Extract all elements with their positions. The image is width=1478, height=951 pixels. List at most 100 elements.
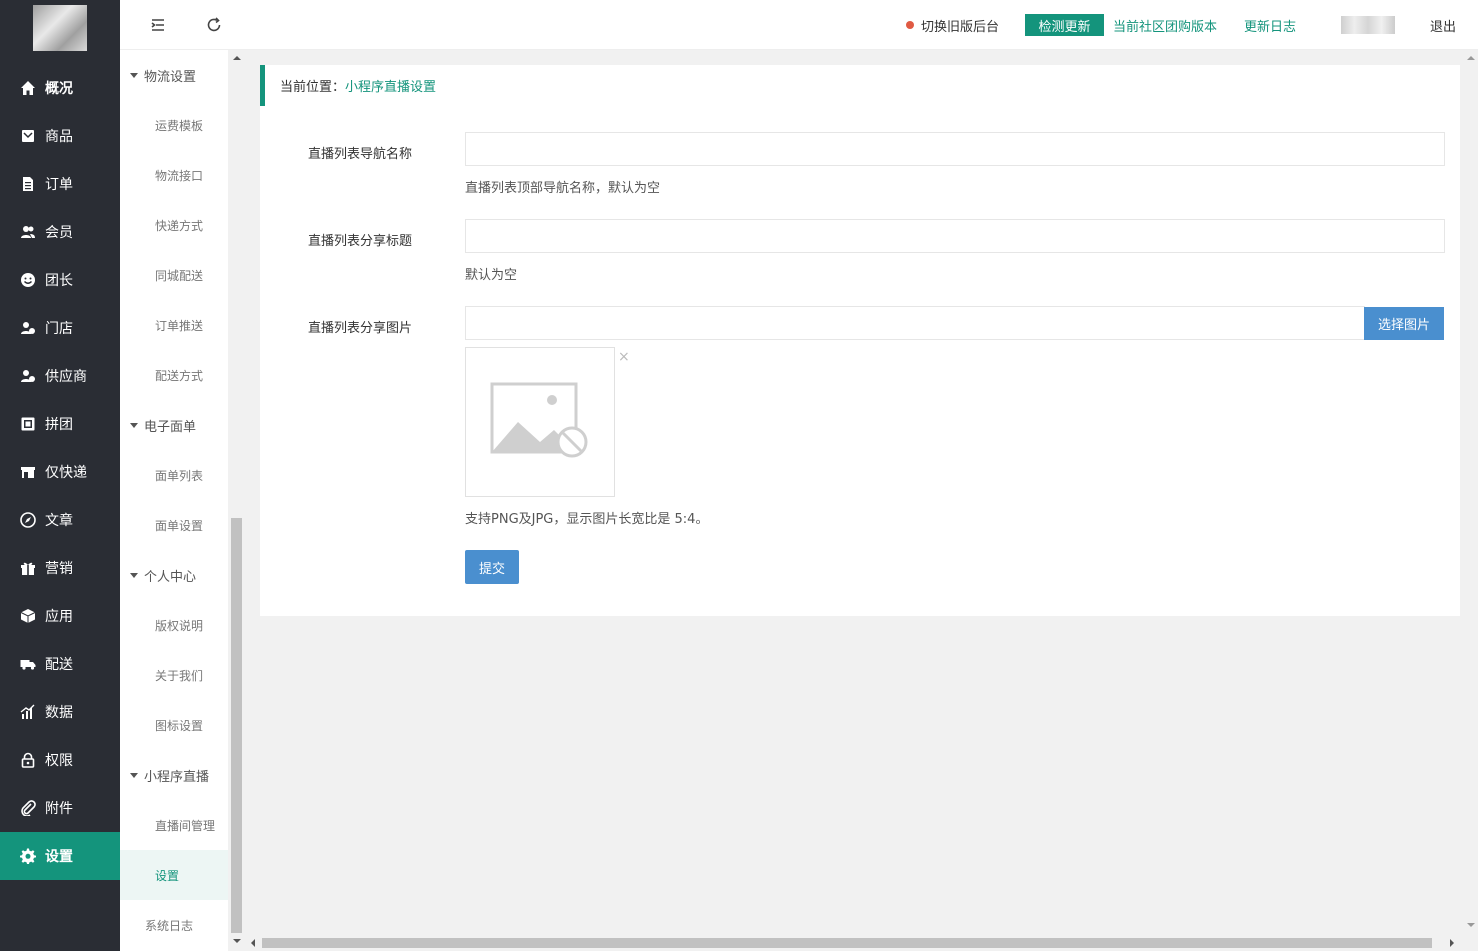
subnav-item-waybill-settings[interactable]: 面单设置 — [120, 500, 228, 550]
nav-name-label: 直播列表导航名称 — [308, 147, 413, 162]
choose-image-button[interactable]: 选择图片 — [1364, 307, 1444, 340]
subnav-item-order-push[interactable]: 订单推送 — [120, 300, 228, 350]
refresh-icon[interactable] — [206, 17, 222, 33]
sidebar-item-orders[interactable]: 订单 — [0, 160, 120, 208]
subnav-item-express-method[interactable]: 快递方式 — [120, 200, 228, 250]
settings-form: 直播列表导航名称 直播列表顶部导航名称，默认为空 直播列表分享标题 默认为空 直… — [260, 106, 1460, 616]
sidebar-item-label: 设置 — [45, 849, 73, 865]
supplier-icon — [20, 368, 36, 384]
chart-icon — [20, 704, 36, 720]
order-icon — [20, 176, 36, 192]
subnav-group-e-waybill[interactable]: 电子面单 — [120, 400, 228, 450]
subnav-item-freight-template[interactable]: 运费模板 — [120, 100, 228, 150]
scroll-left-icon[interactable] — [251, 939, 255, 947]
sidebar-item-label: 应用 — [45, 609, 73, 625]
sidebar-item-attachment[interactable]: 附件 — [0, 784, 120, 832]
sidebar-item-label: 团长 — [45, 273, 73, 289]
subnav-item-local-delivery[interactable]: 同城配送 — [120, 250, 228, 300]
scrollbar-thumb[interactable] — [231, 518, 242, 933]
sidebar-item-label: 营销 — [45, 561, 73, 577]
gift-icon — [20, 560, 36, 576]
sidebar-item-label: 订单 — [45, 177, 73, 193]
subnav-group-personal-center[interactable]: 个人中心 — [120, 550, 228, 600]
scrollbar-thumb[interactable] — [262, 938, 1432, 948]
sidebar-item-label: 商品 — [45, 129, 73, 145]
sidebar-item-label: 权限 — [45, 753, 73, 769]
image-help: 支持PNG及JPG，显示图片长宽比是 5:4。 — [465, 512, 709, 527]
sidebar-item-permission[interactable]: 权限 — [0, 736, 120, 784]
check-update-button[interactable]: 检测更新 — [1025, 14, 1104, 36]
avatar[interactable] — [1341, 16, 1395, 34]
subnav-item-live-room-manage[interactable]: 直播间管理 — [120, 800, 228, 850]
main-vertical-scrollbar[interactable] — [1463, 50, 1478, 935]
sidebar-item-label: 附件 — [45, 801, 73, 817]
scroll-up-icon[interactable] — [233, 56, 241, 60]
subnav-group-logistics[interactable]: 物流设置 — [120, 50, 228, 100]
remove-image-icon[interactable]: × — [618, 349, 630, 365]
subnav-item-system-log[interactable]: 系统日志 — [120, 900, 228, 950]
sidebar-item-label: 文章 — [45, 513, 73, 529]
sidebar-item-goods[interactable]: 商品 — [0, 112, 120, 160]
subnav-item-copyright[interactable]: 版权说明 — [120, 600, 228, 650]
submit-button[interactable]: 提交 — [465, 550, 519, 584]
sidebar-item-settings[interactable]: 设置 — [0, 832, 120, 880]
subnav-item-icon-settings[interactable]: 图标设置 — [120, 700, 228, 750]
subnav-group-mini-live[interactable]: 小程序直播 — [120, 750, 228, 800]
sidebar-item-label: 会员 — [45, 225, 73, 241]
caret-down-icon — [130, 72, 138, 78]
scroll-down-icon[interactable] — [1467, 923, 1475, 927]
subnav-item-live-settings[interactable]: 设置 — [120, 850, 228, 900]
sidebar-item-label: 仅快递 — [45, 465, 87, 481]
sidebar-item-label: 门店 — [45, 321, 73, 337]
home-icon — [20, 80, 36, 96]
sidebar-item-marketing[interactable]: 营销 — [0, 544, 120, 592]
sidebar-item-label: 概况 — [45, 81, 73, 97]
logo — [33, 5, 87, 51]
sidebar-item-supplier[interactable]: 供应商 — [0, 352, 120, 400]
logout-link[interactable]: 退出 — [1430, 16, 1456, 35]
sidebar-item-apps[interactable]: 应用 — [0, 592, 120, 640]
menu-collapse-icon[interactable] — [150, 17, 166, 33]
sidebar-item-overview[interactable]: 概况 — [0, 64, 120, 112]
sidebar-item-members[interactable]: 会员 — [0, 208, 120, 256]
sidebar-item-data[interactable]: 数据 — [0, 688, 120, 736]
subnav-item-waybill-list[interactable]: 面单列表 — [120, 450, 228, 500]
paperclip-icon — [20, 800, 36, 816]
share-title-input[interactable] — [465, 219, 1445, 253]
lock-icon — [20, 752, 36, 768]
subnav-scrollbar[interactable] — [229, 50, 244, 951]
breadcrumb: 当前位置： 小程序直播设置 — [260, 65, 1460, 106]
version-link[interactable]: 当前社区团购版本 — [1113, 16, 1217, 35]
gear-icon — [20, 848, 36, 864]
share-title-label: 直播列表分享标题 — [308, 234, 413, 249]
caret-down-icon — [130, 572, 138, 578]
sidebar-item-express[interactable]: 仅快递 — [0, 448, 120, 496]
main-horizontal-scrollbar[interactable] — [245, 935, 1478, 951]
scroll-down-icon[interactable] — [233, 939, 241, 943]
sidebar-item-article[interactable]: 文章 — [0, 496, 120, 544]
breadcrumb-prefix: 当前位置： — [280, 80, 346, 95]
subnav-item-logistics-api[interactable]: 物流接口 — [120, 150, 228, 200]
status-dot — [906, 21, 914, 29]
main-sidebar: 概况 商品 订单 会员 团长 门店 供应商 拼团 仅快递 文章 营销 应用 配送… — [0, 0, 120, 951]
sidebar-item-leader[interactable]: 团长 — [0, 256, 120, 304]
subnav-item-delivery-method[interactable]: 配送方式 — [120, 350, 228, 400]
changelog-link[interactable]: 更新日志 — [1244, 16, 1296, 35]
nav-name-input[interactable] — [465, 132, 1445, 166]
breadcrumb-current[interactable]: 小程序直播设置 — [345, 76, 436, 95]
image-preview — [465, 347, 615, 497]
share-image-input[interactable] — [465, 306, 1365, 340]
express-icon — [20, 464, 36, 480]
subnav-item-about-us[interactable]: 关于我们 — [120, 650, 228, 700]
scroll-right-icon[interactable] — [1450, 939, 1454, 947]
leader-icon — [20, 272, 36, 288]
sidebar-item-group-buy[interactable]: 拼团 — [0, 400, 120, 448]
switch-old-admin-link[interactable]: 切换旧版后台 — [921, 16, 999, 35]
scroll-up-icon[interactable] — [1467, 56, 1475, 60]
top-header: 切换旧版后台 检测更新 当前社区团购版本 更新日志 退出 — [120, 0, 1478, 50]
group-buy-icon — [20, 416, 36, 432]
compass-icon — [20, 512, 36, 528]
sidebar-item-delivery[interactable]: 配送 — [0, 640, 120, 688]
sidebar-item-store[interactable]: 门店 — [0, 304, 120, 352]
nav-name-help: 直播列表顶部导航名称，默认为空 — [465, 181, 661, 196]
